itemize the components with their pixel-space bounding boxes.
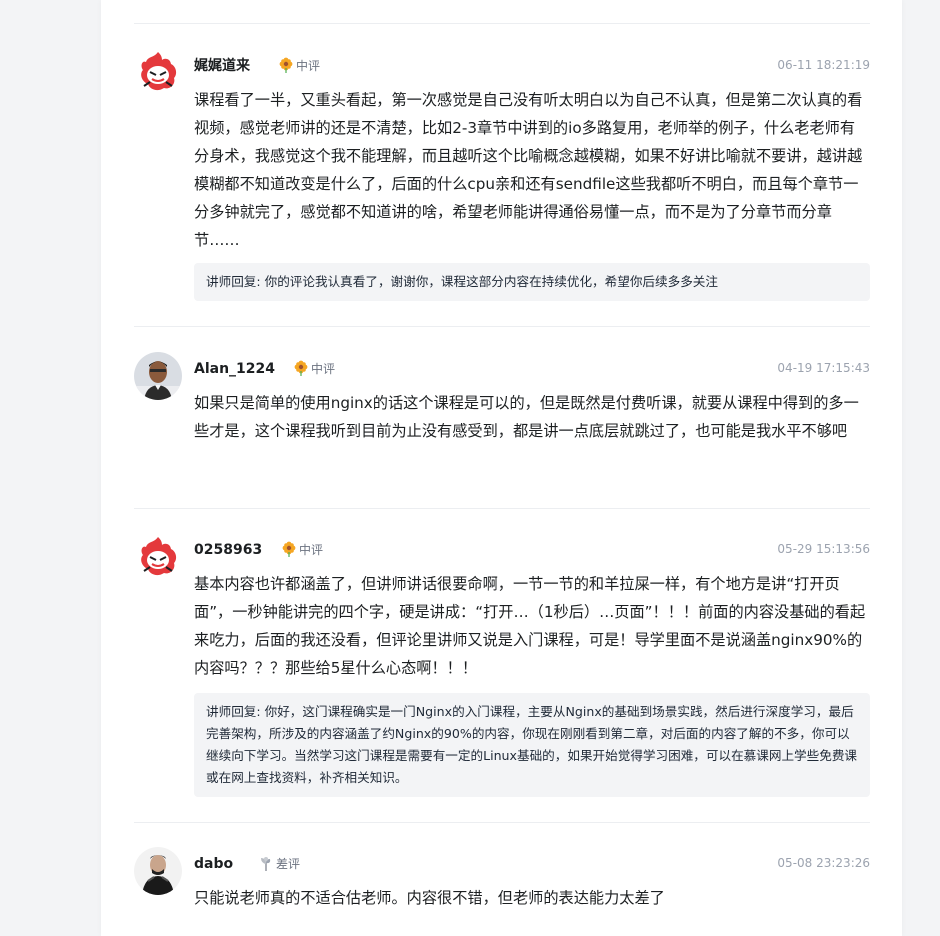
rating-badge: 中评 — [278, 57, 320, 74]
rating-badge: 差评 — [258, 855, 300, 872]
sunflower-icon — [281, 541, 297, 557]
divider — [134, 822, 870, 823]
comment-item: Alan_1224 中评 04-19 17:15:43 如果只是简单的使用ngi… — [134, 352, 870, 482]
comment-item: 0258963 中评 05-29 15:13:56 基本内容也许都涵盖了，但讲师… — [134, 533, 870, 797]
divider — [134, 23, 870, 24]
rating-label: 中评 — [311, 362, 336, 376]
person-photo-avatar[interactable] — [134, 352, 182, 400]
flame-mascot-avatar[interactable] — [134, 533, 182, 581]
timestamp: 05-29 15:13:56 — [777, 542, 870, 556]
comment-item: 娓娓道来 中评 06-11 18:21:19 课程看了一半，又重头看起，第一次感… — [134, 48, 870, 301]
person-photo-avatar[interactable] — [134, 847, 182, 895]
comment-text: 只能说老师真的不适合估老师。内容很不错，但老师的表达能力太差了 — [194, 889, 665, 907]
divider — [134, 326, 870, 327]
rating-badge: 中评 — [281, 541, 323, 558]
wilted-plant-icon — [258, 855, 274, 871]
divider — [134, 508, 870, 509]
comment-text: 基本内容也许都涵盖了，但讲师讲话很要命啊，一节一节的和羊拉屎一样，有个地方是讲“… — [194, 575, 866, 677]
teacher-reply: 讲师回复: 你好，这门课程确实是一门Nginx的入门课程，主要从Nginx的基础… — [194, 693, 870, 797]
username[interactable]: 娓娓道来 — [194, 57, 250, 75]
sunflower-icon — [278, 57, 294, 73]
flame-mascot-avatar[interactable] — [134, 48, 182, 96]
username[interactable]: Alan_1224 — [194, 360, 275, 378]
timestamp: 06-11 18:21:19 — [777, 58, 870, 72]
sunflower-icon — [293, 360, 309, 376]
username[interactable]: dabo — [194, 855, 233, 873]
comment-text: 课程看了一半，又重头看起，第一次感觉是自己没有听太明白以为自己不认真，但是第二次… — [194, 91, 863, 249]
rating-label: 中评 — [299, 543, 324, 557]
teacher-reply: 讲师回复: 你的评论我认真看了，谢谢你，课程这部分内容在持续优化，希望你后续多多… — [194, 263, 870, 301]
comment-item: dabo 差评 05-08 23:23:26 只能说老师真的不适合估老师。内容很… — [134, 847, 870, 936]
rating-label: 差评 — [276, 857, 301, 871]
username[interactable]: 0258963 — [194, 541, 262, 559]
comment-text: 如果只是简单的使用nginx的话这个课程是可以的，但是既然是付费听课，就要从课程… — [194, 394, 859, 440]
timestamp: 04-19 17:15:43 — [777, 361, 870, 375]
rating-label: 中评 — [296, 59, 321, 73]
rating-badge: 中评 — [293, 360, 335, 377]
timestamp: 05-08 23:23:26 — [777, 856, 870, 870]
